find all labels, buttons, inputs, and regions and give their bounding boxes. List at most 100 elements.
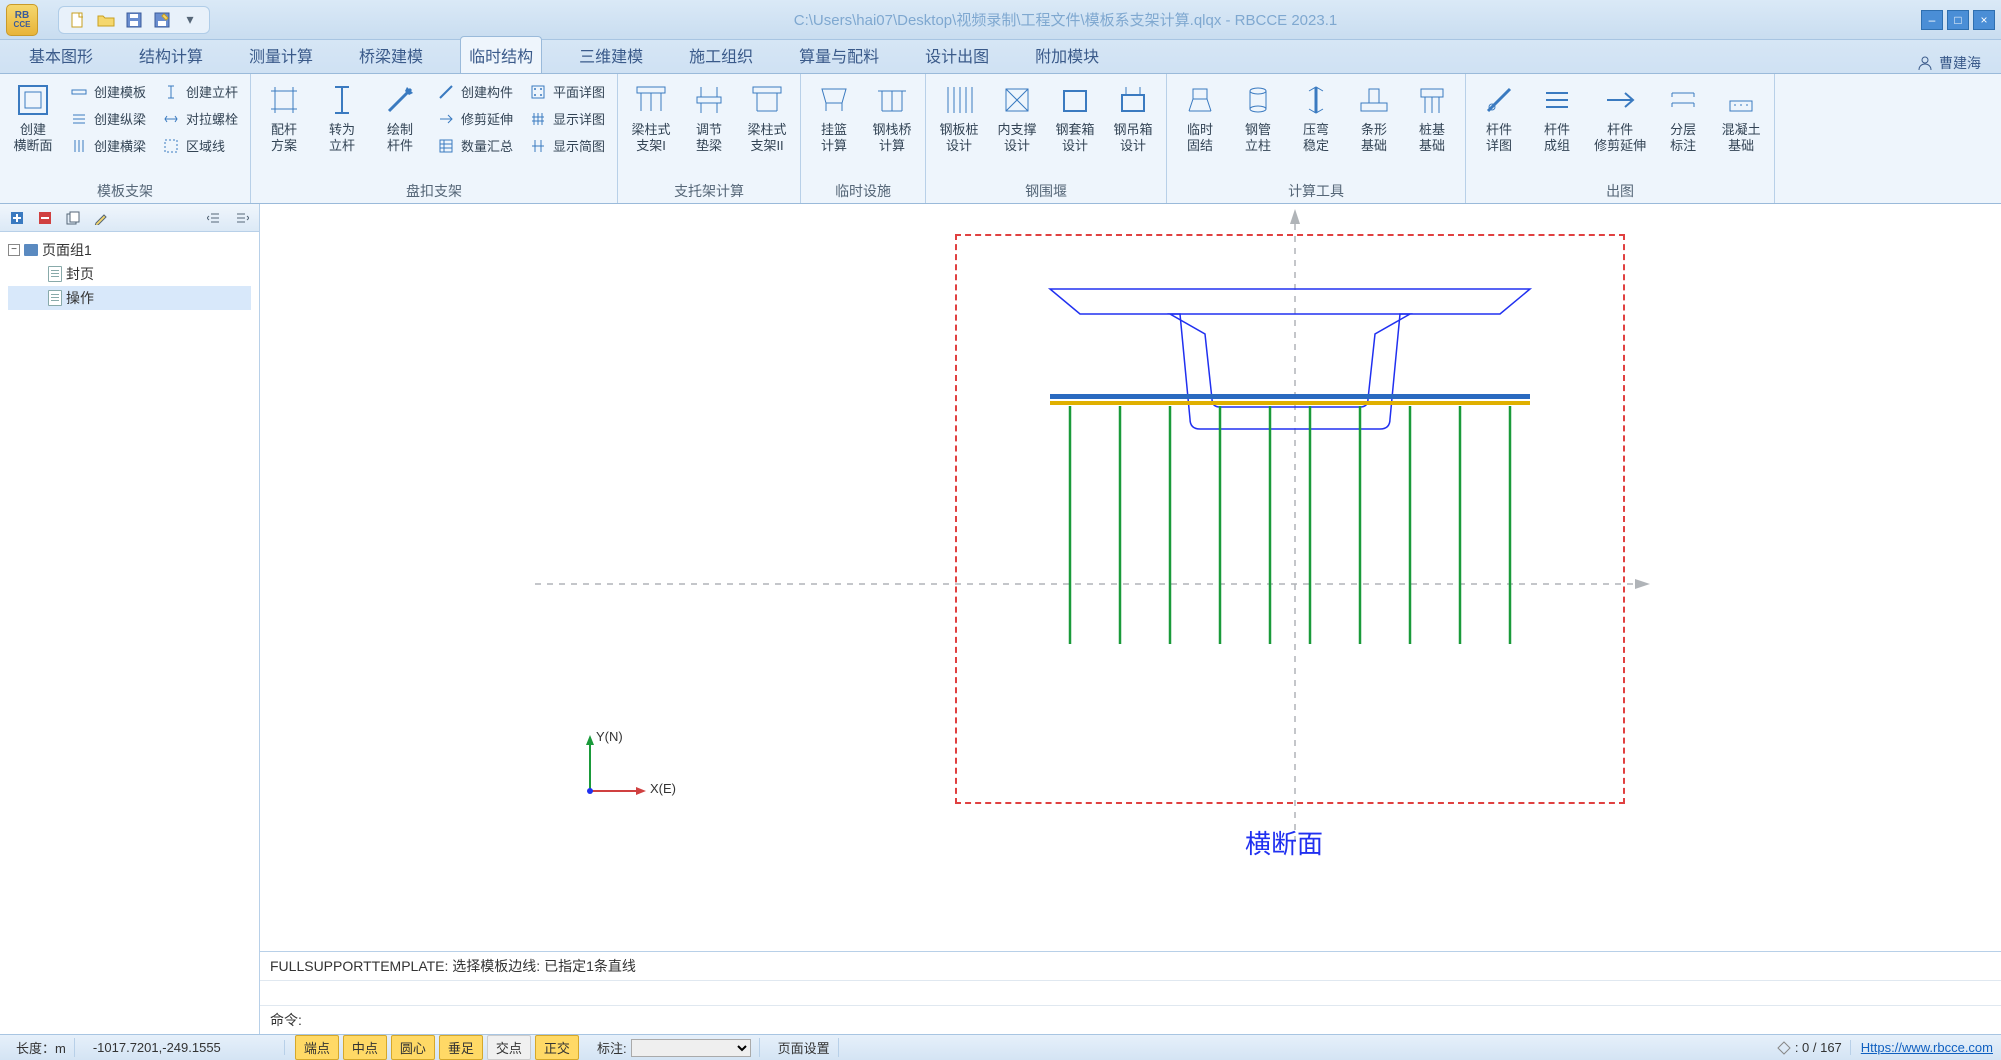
summary-icon (437, 137, 455, 155)
inner-brace-button[interactable]: 内支撑 设计 (990, 78, 1044, 157)
tab-addon-modules[interactable]: 附加模块 (1026, 36, 1108, 73)
command-input-row: 命令: (260, 1006, 2001, 1034)
hang-box-button[interactable]: 钢吊箱 设计 (1106, 78, 1160, 157)
rodgroup-icon (1539, 82, 1575, 118)
save-as-icon[interactable] (153, 11, 171, 29)
concrete-foot-button[interactable]: 混凝土 基础 (1714, 78, 1768, 157)
tab-3d-model[interactable]: 三维建模 (570, 36, 652, 73)
command-bar: FULLSUPPORTTEMPLATE: 选择模板边线: 已指定1条直线 命令: (260, 951, 2001, 1034)
basket-icon (816, 82, 852, 118)
rod-group-button[interactable]: 杆件 成组 (1530, 78, 1584, 157)
tab-quantity-material[interactable]: 算量与配料 (790, 36, 888, 73)
rod-trim-button[interactable]: 杆件 修剪延伸 (1588, 78, 1652, 157)
steelbox-icon (1057, 82, 1093, 118)
tree-item-cover[interactable]: 封页 (8, 262, 251, 286)
group-label: 出图 (1472, 179, 1768, 201)
group-label: 计算工具 (1173, 179, 1459, 201)
app-logo: RBCCE (6, 4, 38, 36)
region-line-button[interactable]: 区域线 (158, 134, 242, 157)
indent-icon[interactable] (233, 209, 251, 227)
rod-scheme-button[interactable]: 配杆 方案 (257, 78, 311, 157)
trim-extend-button[interactable]: 修剪延伸 (433, 107, 517, 130)
show-sketch-button[interactable]: 显示简图 (525, 134, 609, 157)
bend-stable-button[interactable]: 压弯 稳定 (1289, 78, 1343, 157)
copy-page-icon[interactable] (64, 209, 82, 227)
to-post-button[interactable]: 转为 立杆 (315, 78, 369, 157)
create-section-button[interactable]: 创建 横断面 (6, 78, 60, 157)
outdent-icon[interactable] (205, 209, 223, 227)
strip-foot-button[interactable]: 条形 基础 (1347, 78, 1401, 157)
tree-item-operation[interactable]: 操作 (8, 286, 251, 310)
create-post-button[interactable]: 创建立杆 (158, 80, 242, 103)
snap-midpoint[interactable]: 中点 (343, 1035, 387, 1060)
close-button[interactable]: × (1973, 10, 1995, 30)
page-tree: − 页面组1 封页 操作 (0, 232, 259, 316)
tab-design-output[interactable]: 设计出图 (916, 36, 998, 73)
layer-annot-button[interactable]: 分层 标注 (1656, 78, 1710, 157)
minimize-button[interactable]: – (1921, 10, 1943, 30)
open-file-icon[interactable] (97, 11, 115, 29)
snap-perp[interactable]: 垂足 (439, 1035, 483, 1060)
website-link[interactable]: Https://www.rbcce.com (1861, 1040, 1993, 1055)
pile-foot-button[interactable]: 桩基 基础 (1405, 78, 1459, 157)
hanging-basket-button[interactable]: 挂篮 计算 (807, 78, 861, 157)
pipe-col-button[interactable]: 钢管 立柱 (1231, 78, 1285, 157)
tie-bolt-button[interactable]: 对拉螺栓 (158, 107, 242, 130)
post-icon (162, 83, 180, 101)
qat-dropdown-icon[interactable]: ▾ (181, 11, 199, 29)
annot-select[interactable] (631, 1039, 751, 1057)
tab-construction-org[interactable]: 施工组织 (680, 36, 762, 73)
collapse-icon[interactable]: − (8, 244, 20, 256)
tab-structure-calc[interactable]: 结构计算 (130, 36, 212, 73)
plan-detail-button[interactable]: 平面详图 (525, 80, 609, 103)
command-input[interactable] (308, 1012, 1991, 1028)
create-formwork-button[interactable]: 创建模板 (66, 80, 150, 103)
quantity-summary-button[interactable]: 数量汇总 (433, 134, 517, 157)
cursor-coords: -1017.7201,-249.1555 (85, 1040, 285, 1055)
snap-endpoint[interactable]: 端点 (295, 1035, 339, 1060)
create-crossbeam-button[interactable]: 创建横梁 (66, 134, 150, 157)
maximize-button[interactable]: □ (1947, 10, 1969, 30)
region-icon (162, 137, 180, 155)
tab-bridge-model[interactable]: 桥梁建模 (350, 36, 432, 73)
tab-basic-graphics[interactable]: 基本图形 (20, 36, 102, 73)
rod-detail-button[interactable]: 杆件 详图 (1472, 78, 1526, 157)
user-info[interactable]: 曹建海 (1917, 53, 1981, 73)
tab-temporary-structure[interactable]: 临时结构 (460, 36, 542, 73)
steel-box-button[interactable]: 钢套箱 设计 (1048, 78, 1102, 157)
pipecol-icon (1240, 82, 1276, 118)
command-prompt: 命令: (270, 1010, 302, 1030)
beam-col-i-button[interactable]: 梁柱式 支架I (624, 78, 678, 157)
page-settings-button[interactable]: 页面设置 (778, 1041, 830, 1056)
snap-center[interactable]: 圆心 (391, 1035, 435, 1060)
title-bar: RBCCE ▾ C:\Users\hai07\Desktop\视频录制\工程文件… (0, 0, 2001, 40)
temp-fix-button[interactable]: 临时 固结 (1173, 78, 1227, 157)
snap-modes: 端点 中点 圆心 垂足 交点 正交 (295, 1035, 579, 1060)
edit-page-icon[interactable] (92, 209, 110, 227)
tab-survey-calc[interactable]: 测量计算 (240, 36, 322, 73)
show-detail-button[interactable]: 显示详图 (525, 107, 609, 130)
window-controls: – □ × (1921, 10, 1995, 30)
save-icon[interactable] (125, 11, 143, 29)
new-file-icon[interactable] (69, 11, 87, 29)
sheet-pile-button[interactable]: 钢板桩 设计 (932, 78, 986, 157)
adjust-pad-button[interactable]: 调节 垫梁 (682, 78, 736, 157)
steel-trestle-button[interactable]: 钢栈桥 计算 (865, 78, 919, 157)
hangbox-icon (1115, 82, 1151, 118)
group-label: 模板支架 (6, 179, 244, 201)
group-label: 支托架计算 (624, 179, 794, 201)
drawing-canvas[interactable]: 横断面 Y(N) X(E) (260, 204, 2001, 951)
rodtrim-icon (1602, 82, 1638, 118)
add-page-icon[interactable] (8, 209, 26, 227)
draw-rod-button[interactable]: 绘制 杆件 (373, 78, 427, 157)
snap-intersect[interactable]: 交点 (487, 1035, 531, 1060)
tree-root[interactable]: − 页面组1 (8, 238, 251, 262)
create-member-button[interactable]: 创建构件 (433, 80, 517, 103)
delete-page-icon[interactable] (36, 209, 54, 227)
strip-icon (1356, 82, 1392, 118)
beam-col-ii-button[interactable]: 梁柱式 支架II (740, 78, 794, 157)
create-longbeam-button[interactable]: 创建纵梁 (66, 107, 150, 130)
formwork-icon (70, 83, 88, 101)
pile-icon (1414, 82, 1450, 118)
snap-ortho[interactable]: 正交 (535, 1035, 579, 1060)
